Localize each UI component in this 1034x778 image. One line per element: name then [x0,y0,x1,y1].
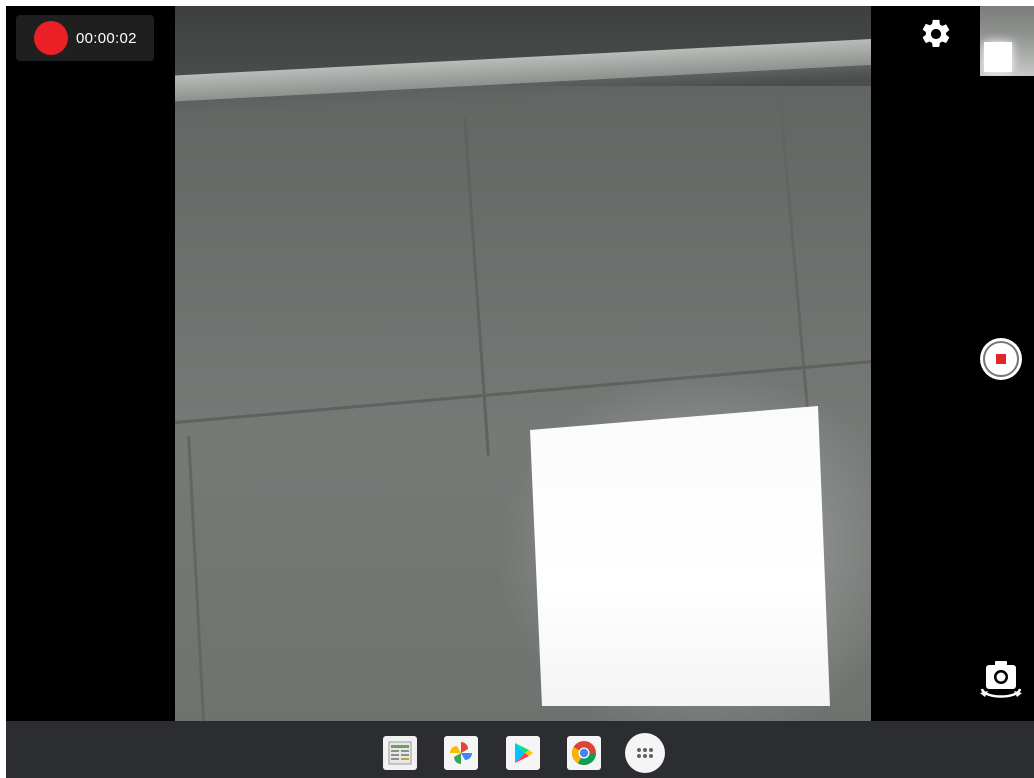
play-store-app-icon [515,743,533,763]
camera-viewfinder [175,6,871,721]
viewfinder-tile-seam [187,436,206,721]
settings-button[interactable] [916,14,956,54]
chrome-app-button[interactable] [567,736,601,770]
recording-indicator: 00:00:02 [16,15,154,61]
last-capture-thumbnail[interactable] [980,6,1034,76]
stop-record-icon [996,354,1006,364]
viewfinder-ceiling-light [530,406,830,706]
photos-app-icon [450,742,472,764]
switch-camera-icon [980,661,1022,698]
stop-button-ring [983,341,1019,377]
play-store-app-button[interactable] [506,736,540,770]
viewfinder-tile-seam [463,116,490,456]
switch-camera-button[interactable] [974,658,1028,704]
app-launcher-button[interactable] [625,733,665,773]
system-shelf [6,721,1034,778]
app-launcher-icon [637,748,653,758]
thumbnail-preview-image [984,42,1012,72]
chrome-app-icon [571,741,596,766]
photos-app-button[interactable] [444,736,478,770]
sheets-app-button[interactable] [383,736,417,770]
sheets-app-icon [388,741,412,765]
recording-dot-icon [34,21,68,55]
gear-icon [922,19,950,48]
recording-timer: 00:00:02 [76,29,137,47]
stop-recording-button[interactable] [980,338,1022,380]
camera-app-screen: 00:00:02 [6,6,1034,778]
